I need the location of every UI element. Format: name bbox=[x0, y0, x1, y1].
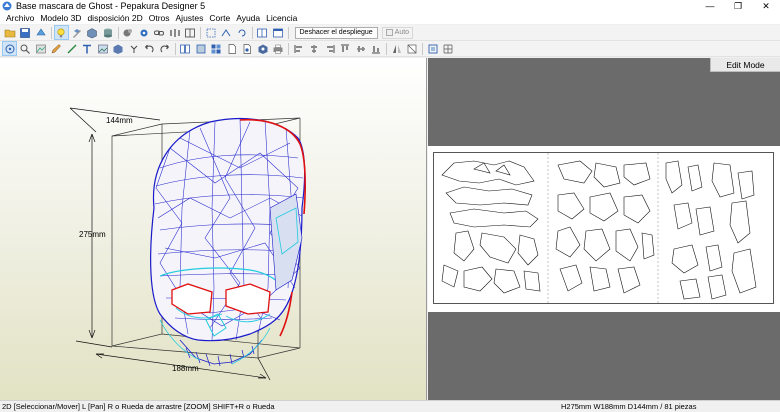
dimension-width-label: 188mm bbox=[172, 364, 199, 373]
toolbar-separator bbox=[200, 26, 201, 39]
printer-icon[interactable] bbox=[271, 41, 286, 56]
menu-disposicion-2d[interactable]: disposición 2D bbox=[84, 12, 145, 24]
join-icon[interactable] bbox=[126, 41, 141, 56]
status-dimensions: H275mm W188mm D144mm / 81 piezas bbox=[561, 402, 697, 411]
toolbar-separator bbox=[422, 42, 423, 55]
menu-otros[interactable]: Otros bbox=[146, 12, 173, 24]
menu-modelo-3d[interactable]: Modelo 3D bbox=[37, 12, 84, 24]
align-center-icon[interactable] bbox=[307, 41, 322, 56]
toolbar-separator bbox=[386, 42, 387, 55]
flip-page-icon[interactable] bbox=[405, 41, 420, 56]
rotate-icon[interactable] bbox=[234, 25, 249, 40]
parts-page-1 bbox=[441, 160, 541, 294]
auto-checkbox-box bbox=[385, 29, 393, 36]
status-hint: 2D [Seleccionar/Mover] L [Pan] R o Rueda… bbox=[2, 402, 275, 411]
auto-checkbox[interactable]: Auto bbox=[381, 26, 414, 39]
save-icon[interactable] bbox=[18, 25, 33, 40]
maximize-button[interactable]: ❐ bbox=[724, 0, 752, 12]
cube-icon[interactable] bbox=[85, 25, 100, 40]
toolbar-separator bbox=[287, 26, 289, 39]
unfolded-parts bbox=[441, 153, 757, 303]
window-controls: — ❐ ✕ bbox=[696, 0, 780, 12]
menu-licencia[interactable]: Licencia bbox=[263, 12, 300, 24]
unfolded-pattern-sheet[interactable] bbox=[433, 152, 774, 304]
lightbulb-icon[interactable] bbox=[53, 25, 69, 40]
fit-icon[interactable] bbox=[193, 41, 208, 56]
texture-icon[interactable] bbox=[33, 41, 48, 56]
align-left-icon[interactable] bbox=[291, 41, 306, 56]
paint-icon[interactable] bbox=[121, 25, 136, 40]
toolbar-separator bbox=[117, 26, 119, 39]
status-bar: 2D [Seleccionar/Mover] L [Pan] R o Rueda… bbox=[0, 400, 780, 412]
parts-page-3 bbox=[665, 160, 757, 300]
flip-icon[interactable] bbox=[167, 25, 182, 40]
edit-mode-button[interactable]: Edit Mode bbox=[710, 58, 780, 72]
pencil-icon[interactable] bbox=[49, 41, 64, 56]
cut-icon[interactable] bbox=[111, 41, 126, 56]
parts-page-2 bbox=[555, 160, 655, 294]
dimension-height-label: 275mm bbox=[79, 230, 106, 239]
print-preview-icon[interactable] bbox=[240, 41, 255, 56]
2d-view-panel[interactable]: Edit Mode bbox=[428, 58, 780, 400]
main-toolbar: Deshacer el despliegue Auto bbox=[0, 25, 780, 41]
cylinder-icon[interactable] bbox=[100, 25, 115, 40]
grid-icon[interactable] bbox=[441, 41, 456, 56]
undo-unfold-button[interactable]: Deshacer el despliegue bbox=[294, 26, 378, 39]
minimize-button[interactable]: — bbox=[696, 0, 724, 12]
arrange-icon[interactable] bbox=[209, 41, 224, 56]
stamp-icon[interactable] bbox=[255, 41, 270, 56]
text-icon[interactable] bbox=[80, 41, 95, 56]
close-button[interactable]: ✕ bbox=[752, 0, 780, 12]
pepakura-window: Base mascara de Ghost - Pepakura Designe… bbox=[0, 0, 780, 412]
toolbar-separator bbox=[288, 42, 289, 55]
window-title: Base mascara de Ghost - Pepakura Designe… bbox=[16, 1, 206, 11]
auto-checkbox-label: Auto bbox=[394, 29, 410, 36]
menu-corte[interactable]: Corte bbox=[206, 12, 233, 24]
fold-icon[interactable] bbox=[219, 25, 234, 40]
page-icon[interactable] bbox=[224, 41, 239, 56]
edit-3d-icon[interactable] bbox=[69, 25, 84, 40]
redo-icon[interactable] bbox=[157, 41, 172, 56]
3d-view-panel[interactable]: 144mm 275mm 188mm bbox=[0, 58, 427, 400]
orbit-icon[interactable] bbox=[2, 41, 17, 56]
toolbar-separator bbox=[50, 26, 52, 39]
title-bar: Base mascara de Ghost - Pepakura Designe… bbox=[0, 0, 780, 12]
menu-bar: Archivo Modelo 3D disposición 2D Otros A… bbox=[0, 12, 780, 24]
pages-icon[interactable] bbox=[178, 41, 193, 56]
line-icon[interactable] bbox=[64, 41, 79, 56]
tools-toolbar bbox=[0, 41, 780, 57]
select-icon[interactable] bbox=[203, 25, 218, 40]
app-icon bbox=[2, 1, 12, 11]
rotate-view-icon[interactable] bbox=[33, 25, 48, 40]
open-file-icon[interactable] bbox=[2, 25, 17, 40]
panel-left-icon[interactable] bbox=[255, 25, 270, 40]
select-area-icon[interactable] bbox=[425, 41, 440, 56]
toolbar-separator bbox=[174, 42, 176, 55]
link-icon[interactable] bbox=[152, 25, 167, 40]
menu-ajustes[interactable]: Ajustes bbox=[173, 12, 207, 24]
align-right-icon[interactable] bbox=[322, 41, 337, 56]
gear-icon[interactable] bbox=[136, 25, 151, 40]
menu-archivo[interactable]: Archivo bbox=[3, 12, 37, 24]
mirror-icon[interactable] bbox=[389, 41, 404, 56]
mask-mesh bbox=[150, 117, 306, 367]
image-icon[interactable] bbox=[95, 41, 110, 56]
align-bottom-icon[interactable] bbox=[369, 41, 384, 56]
dimension-depth-label: 144mm bbox=[106, 116, 133, 125]
3d-viewport[interactable] bbox=[0, 58, 427, 400]
toolbar-separator bbox=[251, 26, 253, 39]
align-top-icon[interactable] bbox=[338, 41, 353, 56]
undo-icon[interactable] bbox=[142, 41, 157, 56]
panel-right-icon[interactable] bbox=[270, 25, 285, 40]
split-view-icon[interactable] bbox=[183, 25, 198, 40]
zoom-icon[interactable] bbox=[18, 41, 33, 56]
menu-ayuda[interactable]: Ayuda bbox=[233, 12, 263, 24]
align-middle-icon[interactable] bbox=[353, 41, 368, 56]
sheet-strip bbox=[428, 146, 780, 312]
